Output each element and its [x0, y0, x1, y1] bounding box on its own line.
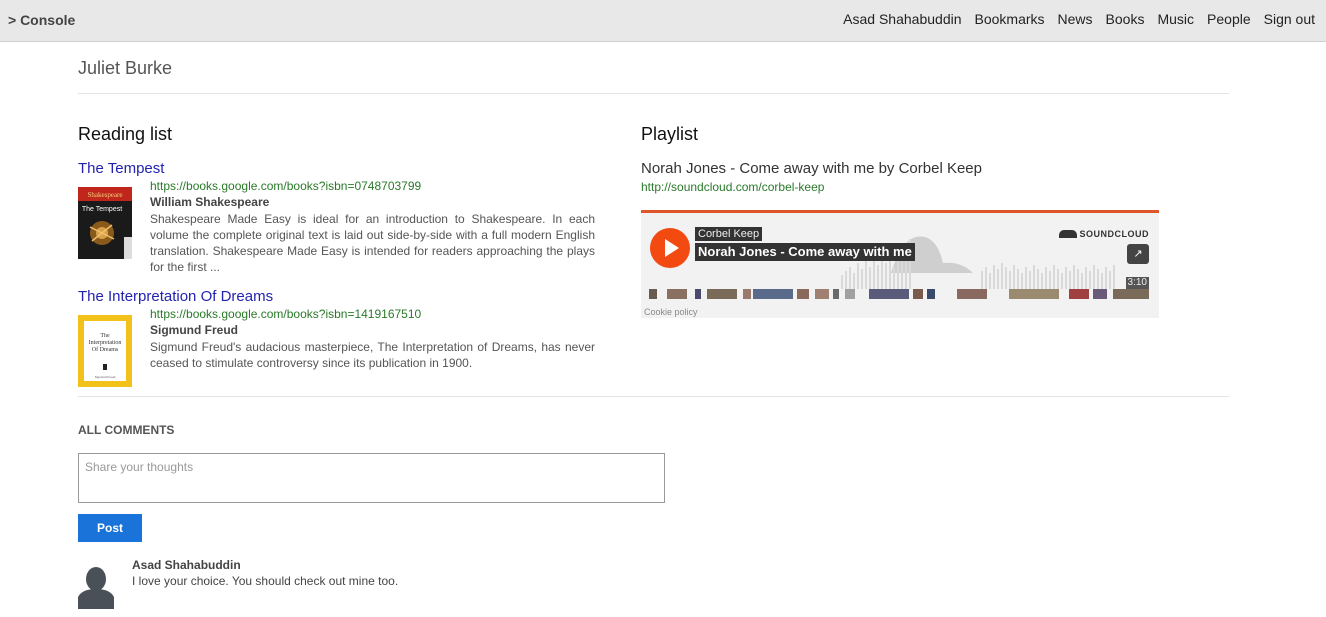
nav-link-sign-out[interactable]: Sign out — [1264, 11, 1315, 27]
book-description: Sigmund Freud's audacious masterpiece, T… — [150, 340, 595, 370]
book-description: Shakespeare Made Easy is ideal for an in… — [150, 212, 595, 274]
book-author: Sigmund Freud — [150, 323, 238, 337]
playlist-title: Playlist — [641, 124, 699, 144]
soundcloud-cloud-icon — [1058, 230, 1077, 238]
divider — [78, 93, 1229, 94]
comment-author[interactable]: Asad Shahabuddin — [132, 558, 241, 572]
comment-input[interactable] — [78, 453, 665, 503]
nav-links: Asad Shahabuddin Bookmarks News Books Mu… — [830, 11, 1315, 27]
soundcloud-brand: SOUNDCLOUD — [1079, 229, 1149, 239]
nav-link-bookmarks[interactable]: Bookmarks — [975, 11, 1045, 27]
book-author: William Shakespeare — [150, 195, 270, 209]
book-cover-dreams[interactable]: The Interpretation Of Dreams Sigmund Fre… — [78, 315, 132, 387]
book-url[interactable]: https://books.google.com/books?isbn=0748… — [150, 179, 421, 193]
reading-list-title: Reading list — [78, 124, 173, 144]
tempest-cover-art: Shakespeare The Tempest — [78, 187, 132, 259]
dreams-cover-art: The Interpretation Of Dreams Sigmund Fre… — [78, 315, 132, 387]
profile-name: Juliet Burke — [78, 58, 173, 78]
track-duration: 3:10 — [1125, 277, 1149, 289]
cover-bottom-text: Sigmund Freud — [95, 375, 116, 379]
comments-heading: ALL COMMENTS — [78, 423, 175, 437]
divider — [78, 396, 1229, 397]
cover-top-text: Shakespeare — [88, 191, 123, 199]
book-url[interactable]: https://books.google.com/books?isbn=1419… — [150, 307, 421, 321]
listener-avatars-strip[interactable] — [649, 289, 1149, 299]
nav-link-people[interactable]: People — [1207, 11, 1251, 27]
comment-text: I love your choice. You should check out… — [132, 574, 399, 588]
user-silhouette-icon — [78, 565, 114, 609]
track-url[interactable]: http://soundcloud.com/corbel-keep — [641, 180, 824, 194]
play-button[interactable] — [650, 228, 690, 268]
cover-label-text: The Tempest — [82, 206, 122, 213]
player-track[interactable]: Norah Jones - Come away with me — [695, 243, 915, 261]
nav-link-news[interactable]: News — [1058, 11, 1093, 27]
post-button[interactable]: Post — [78, 514, 142, 542]
book-title-link[interactable]: The Tempest — [78, 160, 164, 177]
share-icon[interactable]: ↗ — [1127, 244, 1149, 264]
book-cover-tempest[interactable]: Shakespeare The Tempest — [78, 187, 132, 259]
soundcloud-player: Corbel Keep Norah Jones - Come away with… — [641, 210, 1159, 318]
cookie-policy-link[interactable]: Cookie policy — [644, 307, 698, 317]
soundcloud-logo[interactable]: SOUNDCLOUD — [1058, 229, 1150, 239]
nav-link-music[interactable]: Music — [1157, 11, 1194, 27]
nav-link-profile[interactable]: Asad Shahabuddin — [843, 11, 961, 27]
avatar — [78, 565, 114, 609]
player-artist[interactable]: Corbel Keep — [695, 227, 763, 241]
book-title-link[interactable]: The Interpretation Of Dreams — [78, 288, 273, 305]
console-brand[interactable]: > Console — [8, 12, 75, 28]
nav-link-books[interactable]: Books — [1106, 11, 1145, 27]
cover-label-text: The Interpretation Of Dreams — [88, 333, 122, 353]
track-title[interactable]: Norah Jones - Come away with me by Corbe… — [641, 160, 982, 177]
top-navbar: > Console Asad Shahabuddin Bookmarks New… — [0, 0, 1326, 42]
